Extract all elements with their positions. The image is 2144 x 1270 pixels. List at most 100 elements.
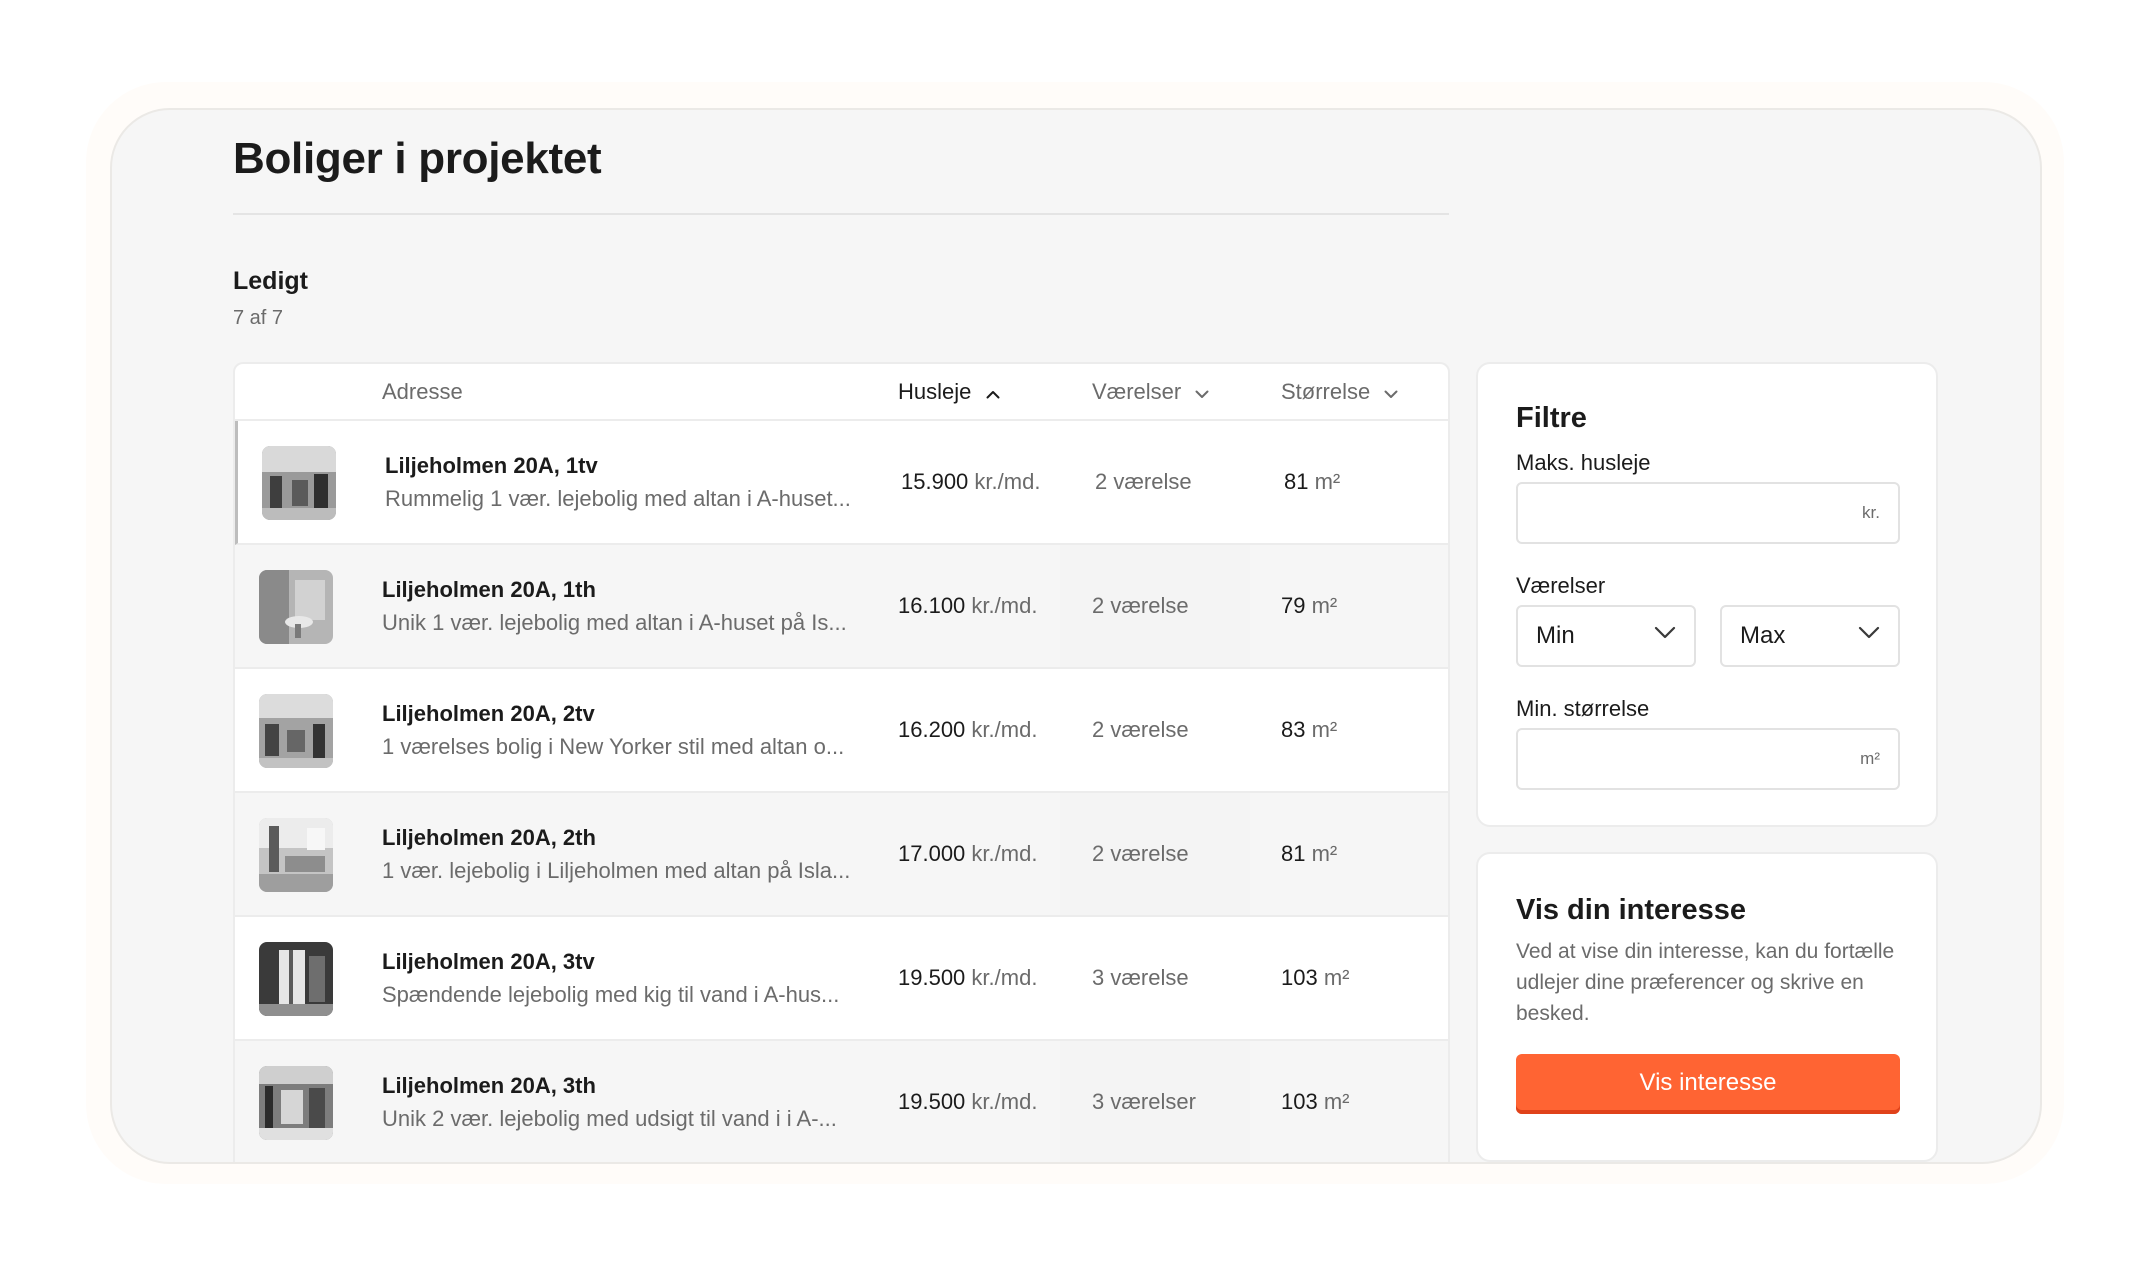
listing-address[interactable]: Liljeholmen 20A, 1th bbox=[382, 577, 596, 603]
max-rent-suffix: kr. bbox=[1862, 503, 1880, 522]
listing-description: Spændende lejebolig med kig til vand i A… bbox=[382, 982, 840, 1007]
table-row[interactable]: Liljeholmen 20A, 1th Unik 1 vær. lejebol… bbox=[235, 545, 1448, 669]
listing-thumbnail bbox=[259, 694, 333, 768]
listing-size: 79 m² bbox=[1281, 545, 1337, 667]
size-value: 79 bbox=[1281, 593, 1306, 618]
chevron-down-icon bbox=[1654, 626, 1676, 644]
listing-description: 1 vær. lejebolig i Liljeholmen med altan… bbox=[382, 858, 851, 883]
listing-address[interactable]: Liljeholmen 20A, 3tv bbox=[382, 949, 595, 975]
column-header-rooms[interactable]: Værelser bbox=[1092, 364, 1209, 421]
size-value: 81 bbox=[1281, 841, 1306, 866]
result-count: 7 af 7 bbox=[233, 307, 284, 329]
interest-panel: Vis din interesse Ved at vise din intere… bbox=[1476, 852, 1938, 1162]
filters-title: Filtre bbox=[1516, 402, 1587, 434]
rooms-min-select[interactable]: Min bbox=[1516, 605, 1696, 667]
listing-address[interactable]: Liljeholmen 20A, 2th bbox=[382, 825, 596, 851]
column-header-label: Adresse bbox=[382, 379, 463, 404]
size-value: 103 bbox=[1281, 1089, 1318, 1114]
listing-size: 103 m² bbox=[1281, 1041, 1350, 1162]
rent-unit: kr./md. bbox=[971, 717, 1038, 742]
listing-size: 81 m² bbox=[1281, 793, 1337, 915]
listing-rooms: 2 værelse bbox=[1092, 593, 1189, 618]
table-row[interactable]: Liljeholmen 20A, 1tv Rummelig 1 vær. lej… bbox=[235, 421, 1448, 545]
size-unit: m² bbox=[1314, 469, 1341, 494]
min-size-suffix: m² bbox=[1860, 749, 1880, 768]
listing-address[interactable]: Liljeholmen 20A, 3th bbox=[382, 1073, 596, 1099]
main-content: Boliger i projektet Ledigt 7 af 7 Adress… bbox=[233, 110, 2040, 1162]
listing-address[interactable]: Liljeholmen 20A, 1tv bbox=[385, 453, 598, 479]
max-rent-label: Maks. husleje bbox=[1516, 450, 1651, 475]
listing-thumbnail bbox=[262, 446, 336, 520]
listing-rent: 19.500 kr./md. bbox=[898, 917, 1037, 1039]
rooms-max-value: Max bbox=[1740, 622, 1786, 649]
rent-unit: kr./md. bbox=[974, 469, 1041, 494]
listing-address[interactable]: Liljeholmen 20A, 2tv bbox=[382, 701, 595, 727]
column-header-size[interactable]: Størrelse bbox=[1281, 364, 1398, 421]
listing-description: Rummelig 1 vær. lejebolig med altan i A-… bbox=[385, 486, 851, 511]
size-unit: m² bbox=[1311, 841, 1338, 866]
app-frame: Boliger i projektet Ledigt 7 af 7 Adress… bbox=[110, 108, 2042, 1164]
table-row[interactable]: Liljeholmen 20A, 2th 1 vær. lejebolig i … bbox=[235, 793, 1448, 917]
listing-thumbnail bbox=[259, 1066, 333, 1140]
listing-thumbnail bbox=[259, 818, 333, 892]
column-header-label: Værelser bbox=[1092, 379, 1182, 404]
rent-unit: kr./md. bbox=[971, 593, 1038, 618]
rooms-label: Værelser bbox=[1516, 573, 1606, 598]
rent-value: 19.500 bbox=[898, 1089, 966, 1114]
column-header-address: Adresse bbox=[382, 364, 463, 421]
listing-rooms: 2 værelse bbox=[1092, 717, 1189, 742]
listing-rooms: 3 værelser bbox=[1092, 1089, 1196, 1114]
column-header-label: Størrelse bbox=[1281, 379, 1371, 404]
size-value: 103 bbox=[1281, 965, 1318, 990]
rent-unit: kr./md. bbox=[971, 841, 1038, 866]
min-size-input[interactable]: m² bbox=[1516, 728, 1900, 790]
title-divider bbox=[233, 213, 1449, 215]
rent-unit: kr./md. bbox=[971, 965, 1038, 990]
chevron-up-icon bbox=[986, 364, 1000, 419]
listing-rent: 15.900 kr./md. bbox=[901, 421, 1040, 543]
size-value: 81 bbox=[1284, 469, 1309, 494]
rent-value: 15.900 bbox=[901, 469, 969, 494]
listing-description: Unik 1 vær. lejebolig med altan i A-huse… bbox=[382, 610, 847, 635]
listing-rent: 16.200 kr./md. bbox=[898, 669, 1037, 791]
listing-rooms: 2 værelse bbox=[1092, 841, 1189, 866]
listing-rooms: 2 værelse bbox=[1095, 469, 1192, 494]
column-header-rent[interactable]: Husleje bbox=[898, 364, 1000, 421]
size-unit: m² bbox=[1323, 965, 1350, 990]
table-row[interactable]: Liljeholmen 20A, 2tv 1 værelses bolig i … bbox=[235, 669, 1448, 793]
listing-size: 83 m² bbox=[1281, 669, 1337, 791]
table-row[interactable]: Liljeholmen 20A, 3th Unik 2 vær. lejebol… bbox=[235, 1041, 1448, 1162]
listing-thumbnail bbox=[259, 942, 333, 1016]
rent-value: 17.000 bbox=[898, 841, 966, 866]
interest-description: Ved at vise din interesse, kan du fortæl… bbox=[1516, 940, 1895, 1025]
listing-description: Unik 2 vær. lejebolig med udsigt til van… bbox=[382, 1106, 837, 1131]
size-value: 83 bbox=[1281, 717, 1306, 742]
listing-rent: 19.500 kr./md. bbox=[898, 1041, 1038, 1162]
rent-value: 16.200 bbox=[898, 717, 966, 742]
size-unit: m² bbox=[1311, 593, 1338, 618]
listing-thumbnail bbox=[259, 570, 333, 644]
table-row[interactable]: Liljeholmen 20A, 3tv Spændende lejebolig… bbox=[235, 917, 1448, 1041]
filters-panel: Filtre Maks. husleje kr. Værelser Min Ma… bbox=[1476, 362, 1938, 827]
rooms-min-value: Min bbox=[1536, 622, 1575, 649]
chevron-down-icon bbox=[1384, 364, 1398, 419]
rent-value: 16.100 bbox=[898, 593, 966, 618]
max-rent-input[interactable]: kr. bbox=[1516, 482, 1900, 544]
show-interest-button[interactable]: Vis interesse bbox=[1516, 1054, 1900, 1114]
section-title: Ledigt bbox=[233, 267, 308, 295]
rooms-max-select[interactable]: Max bbox=[1720, 605, 1900, 667]
table-header: Adresse Husleje Værelser Størrelse bbox=[235, 364, 1448, 421]
rent-unit: kr./md. bbox=[971, 1089, 1038, 1114]
interest-title: Vis din interesse bbox=[1516, 894, 1746, 926]
listing-rent: 16.100 kr./md. bbox=[898, 545, 1037, 667]
min-size-label: Min. størrelse bbox=[1516, 696, 1650, 721]
chevron-down-icon bbox=[1195, 364, 1209, 419]
listing-rent: 17.000 kr./md. bbox=[898, 793, 1037, 915]
listing-rooms: 3 værelse bbox=[1092, 965, 1189, 990]
size-unit: m² bbox=[1311, 717, 1338, 742]
chevron-down-icon bbox=[1858, 626, 1880, 644]
page-title: Boliger i projektet bbox=[233, 134, 602, 183]
rent-value: 19.500 bbox=[898, 965, 966, 990]
listing-size: 103 m² bbox=[1281, 917, 1350, 1039]
column-header-label: Husleje bbox=[898, 379, 972, 404]
